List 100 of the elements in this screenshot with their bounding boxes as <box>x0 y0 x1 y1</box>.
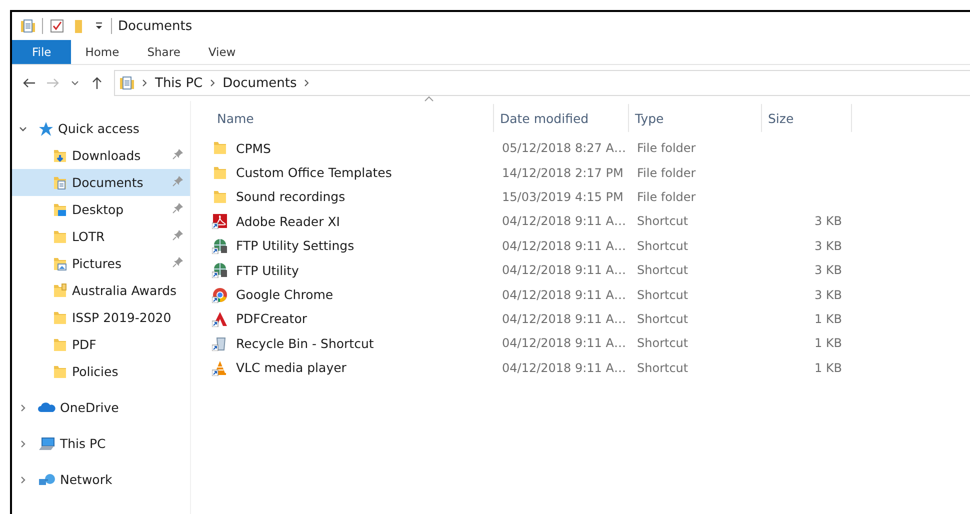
file-row[interactable]: VLC media player 04/12/2018 9:11 A… Shortcut 1 KB <box>211 356 970 380</box>
date-cell: 15/03/2019 4:15 PM <box>502 190 624 204</box>
type-cell: Shortcut <box>637 312 688 326</box>
recent-locations-icon[interactable] <box>70 78 80 88</box>
folder-icon <box>212 188 228 205</box>
size-cell: 3 KB <box>814 214 842 228</box>
documents-folder-icon[interactable] <box>20 18 36 34</box>
breadcrumb[interactable]: Documents <box>222 76 297 90</box>
folder-icon <box>212 164 228 181</box>
folder-icon <box>52 336 68 352</box>
ribbon-tab[interactable]: File <box>12 40 72 64</box>
folder-icon <box>52 256 68 272</box>
globe-shortcut-icon <box>212 262 228 278</box>
pdf-creator-shortcut-icon <box>212 310 228 327</box>
nav-item[interactable]: ISSP 2019-2020 <box>12 304 190 331</box>
file-row[interactable]: Recycle Bin - Shortcut 04/12/2018 9:11 A… Shortcut 1 KB <box>211 331 970 356</box>
breadcrumb[interactable]: This PC <box>155 76 203 90</box>
file-name: VLC media player <box>236 360 346 376</box>
type-cell: File folder <box>637 141 696 156</box>
nav-item[interactable]: Downloads <box>12 142 190 169</box>
file-name: Adobe Reader XI <box>236 214 340 229</box>
type-cell: Shortcut <box>637 263 688 278</box>
file-name: Custom Office Templates <box>236 165 392 180</box>
properties-checkbox-icon[interactable] <box>49 18 65 34</box>
file-name: PDFCreator <box>236 311 307 326</box>
file-name: CPMS <box>236 140 271 156</box>
file-row[interactable]: Google Chrome 04/12/2018 9:11 A… Shortcut 3 KB <box>211 282 970 307</box>
pin-icon[interactable] <box>172 202 184 214</box>
network-icon <box>38 472 56 488</box>
chevron-icon[interactable] <box>302 78 311 88</box>
chrome-shortcut-icon <box>212 286 228 303</box>
type-cell: File folder <box>637 190 696 204</box>
date-cell: 04/12/2018 9:11 A… <box>502 238 626 253</box>
dropdown-icon[interactable] <box>93 20 105 32</box>
date-cell: 04/12/2018 9:11 A… <box>502 312 626 326</box>
nav-item[interactable]: LOTR <box>12 223 190 250</box>
back-arrow-icon[interactable] <box>22 76 36 90</box>
file-name: FTP Utility <box>236 262 299 278</box>
folder-icon <box>52 310 68 326</box>
chevron-icon[interactable] <box>141 78 149 88</box>
address-bar[interactable]: This PC Documents <box>114 70 970 96</box>
type-cell: File folder <box>637 166 696 180</box>
nav-item[interactable]: Pictures <box>12 250 190 277</box>
nav-item[interactable]: Quick access <box>12 115 190 142</box>
file-row[interactable]: Sound recordings 15/03/2019 4:15 PM File folder <box>211 184 970 210</box>
date-cell: 04/12/2018 9:11 A… <box>502 336 626 350</box>
pin-icon[interactable] <box>172 256 184 268</box>
date-cell: 04/12/2018 9:11 A… <box>502 360 626 375</box>
nav-item[interactable]: Network <box>12 466 190 493</box>
sort-ascending-icon <box>424 95 434 103</box>
date-cell: 05/12/2018 8:27 A… <box>502 141 626 156</box>
type-cell: Shortcut <box>637 360 688 375</box>
expand-icon[interactable] <box>18 438 28 448</box>
expand-icon[interactable] <box>18 402 28 412</box>
date-cell: 04/12/2018 9:11 A… <box>502 263 626 278</box>
size-cell: 3 KB <box>814 288 842 302</box>
expand-icon[interactable] <box>18 474 28 484</box>
ribbon-tab[interactable]: View <box>194 40 250 64</box>
nav-item[interactable]: Policies <box>12 358 190 385</box>
pdf-shortcut-icon <box>212 213 228 230</box>
pin-icon[interactable] <box>172 229 184 241</box>
size-cell: 3 KB <box>814 238 842 253</box>
nav-item[interactable]: Australia Awards <box>12 277 190 304</box>
file-row[interactable]: CPMS 05/12/2018 8:27 A… File folder <box>211 136 970 160</box>
nav-item[interactable]: This PC <box>12 430 190 457</box>
folder-icon <box>52 202 68 218</box>
file-name: Google Chrome <box>236 287 334 302</box>
file-row[interactable]: FTP Utility Settings 04/12/2018 9:11 A… Shortcut 3 KB <box>211 234 970 258</box>
size-cell: 1 KB <box>814 336 842 350</box>
nav-item[interactable]: PDF <box>12 331 190 358</box>
column-header[interactable]: Name <box>211 104 494 132</box>
folder-icon <box>52 228 68 244</box>
folder-icon <box>52 282 68 298</box>
ribbon-tab[interactable]: Home <box>71 40 134 64</box>
nav-item[interactable]: OneDrive <box>12 394 190 421</box>
type-cell: Shortcut <box>637 214 688 228</box>
up-arrow-icon[interactable] <box>90 76 104 90</box>
documents-folder-icon <box>119 75 135 91</box>
size-cell: 1 KB <box>814 360 842 375</box>
type-cell: Shortcut <box>637 288 688 302</box>
ribbon-tab[interactable]: Share <box>133 40 194 64</box>
file-row[interactable]: FTP Utility 04/12/2018 9:11 A… Shortcut 3 KB <box>211 258 970 282</box>
size-cell: 1 KB <box>814 312 842 326</box>
column-header[interactable]: Date modified <box>494 104 629 132</box>
type-cell: Shortcut <box>637 336 688 350</box>
column-header[interactable]: Size <box>762 104 852 132</box>
size-cell: 3 KB <box>814 263 842 278</box>
nav-item[interactable]: Desktop <box>12 196 190 223</box>
column-header[interactable]: Type <box>629 104 762 132</box>
folder-icon <box>52 364 68 380</box>
file-row[interactable]: Adobe Reader XI 04/12/2018 9:11 A… Shortcut 3 KB <box>211 209 970 234</box>
pin-icon[interactable] <box>172 148 184 160</box>
recycle-bin-shortcut-icon <box>212 335 228 352</box>
chevron-icon[interactable] <box>208 78 217 88</box>
globe-shortcut-icon <box>212 238 228 254</box>
file-row[interactable]: Custom Office Templates 14/12/2018 2:17 PM File folder <box>211 160 970 185</box>
computer-icon <box>38 436 56 452</box>
date-cell: 04/12/2018 9:11 A… <box>502 214 626 228</box>
file-row[interactable]: PDFCreator 04/12/2018 9:11 A… Shortcut 1 KB <box>211 306 970 332</box>
nav-item[interactable]: Documents <box>12 169 190 196</box>
